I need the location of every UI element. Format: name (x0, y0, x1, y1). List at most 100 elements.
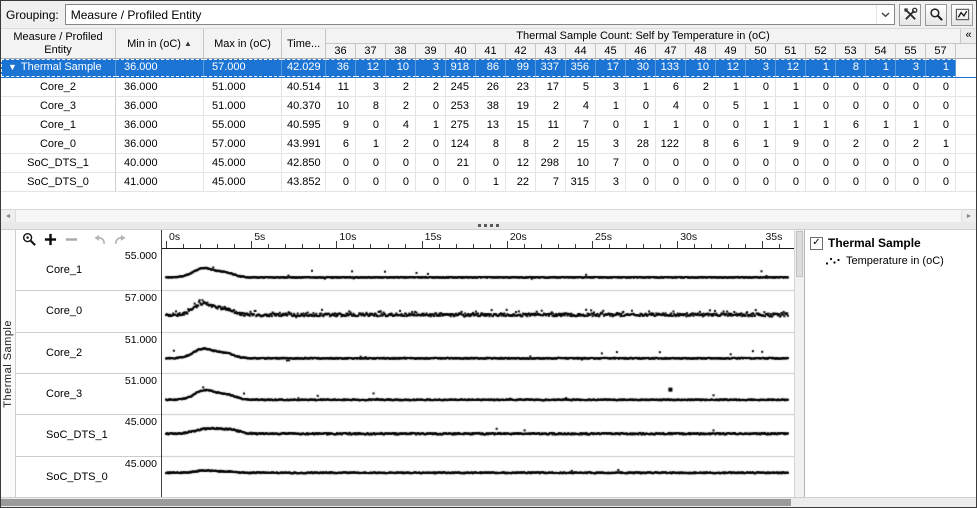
bin-column-header[interactable]: 51 (776, 44, 806, 58)
collapse-columns-button[interactable]: « (960, 29, 976, 43)
bin-column-header[interactable]: 48 (686, 44, 716, 58)
scroll-right-button[interactable]: ► (961, 210, 976, 222)
panel-splitter[interactable] (1, 222, 976, 230)
bin-column-header[interactable]: 57 (926, 44, 956, 58)
entity-cell[interactable]: Core_1 (1, 116, 116, 134)
scrollbar-thumb[interactable] (1, 499, 791, 506)
tools-button[interactable] (899, 4, 921, 26)
bin-column-header[interactable]: 38 (386, 44, 416, 58)
bin-column-header[interactable]: 55 (896, 44, 926, 58)
legend-group-row[interactable]: ✓ Thermal Sample (810, 236, 971, 250)
column-header-entity[interactable]: Measure / Profiled Entity (1, 29, 116, 58)
zoom-previous-button[interactable] (91, 232, 107, 248)
ruler-tick (541, 244, 542, 248)
bin-column-header[interactable]: 43 (536, 44, 566, 58)
table-row[interactable]: SoC_DTS_041.00045.00043.8520000012273153… (1, 173, 976, 192)
bin-column-header[interactable]: 52 (806, 44, 836, 58)
legend-checkbox[interactable]: ✓ (810, 237, 823, 250)
zoom-in-button[interactable] (42, 232, 58, 248)
bin-column-header[interactable]: 54 (866, 44, 896, 58)
count-cell: 3 (416, 59, 446, 77)
count-cell: 0 (746, 154, 776, 172)
chart-row-label[interactable]: Core_0 (46, 305, 82, 317)
chart-row-scale-label: 51.000 (125, 375, 157, 387)
entity-cell[interactable]: Core_0 (1, 135, 116, 153)
zoom-select-button[interactable] (21, 232, 37, 248)
count-cell: 3 (596, 173, 626, 191)
chart-row-label[interactable]: SoC_DTS_1 (46, 429, 108, 441)
bin-column-header[interactable]: 46 (626, 44, 656, 58)
entity-cell[interactable]: ▼Thermal Sample (1, 59, 116, 77)
count-cell: 99 (506, 59, 536, 77)
ruler-tick (762, 241, 763, 248)
count-cell: 0 (896, 154, 926, 172)
profile-window-button[interactable] (951, 4, 973, 26)
table-hscroll-track[interactable] (16, 210, 961, 222)
table-row[interactable]: ▼Thermal Sample36.00057.00042.0293612103… (1, 59, 976, 78)
scatter-plot[interactable] (162, 249, 794, 497)
zoom-out-button[interactable] (63, 232, 79, 248)
scroll-left-button[interactable]: ◄ (1, 210, 16, 222)
column-header-time[interactable]: Time... (282, 29, 326, 58)
chart-vertical-scrollbar[interactable] (794, 230, 804, 497)
bin-column-header[interactable]: 42 (506, 44, 536, 58)
bin-column-header[interactable]: 53 (836, 44, 866, 58)
grouping-combobox[interactable]: Measure / Profiled Entity (65, 4, 895, 25)
table-row[interactable]: Core_036.00057.00043.9916120124882153281… (1, 135, 976, 154)
table-row[interactable]: Core_336.00051.00040.3701082025338192410… (1, 97, 976, 116)
bin-column-header[interactable]: 40 (446, 44, 476, 58)
entity-cell[interactable]: SoC_DTS_1 (1, 154, 116, 172)
ruler-tick (660, 244, 661, 248)
count-cell: 1 (866, 59, 896, 77)
bin-column-header[interactable]: 49 (716, 44, 746, 58)
bin-column-header[interactable]: 47 (656, 44, 686, 58)
vertical-scrollbar-thumb[interactable] (796, 231, 803, 277)
bin-column-header[interactable]: 37 (356, 44, 386, 58)
entity-cell[interactable]: Core_3 (1, 97, 116, 115)
time-ruler: 0s5s10s15s20s25s30s35s (162, 230, 794, 249)
check-icon: ✓ (812, 238, 820, 248)
ruler-tick (217, 244, 218, 248)
ruler-tick (439, 244, 440, 248)
legend-series-row[interactable]: Temperature in (oC) (825, 255, 971, 267)
bin-column-header[interactable]: 45 (596, 44, 626, 58)
table-row[interactable]: Core_136.00055.00040.5959041275131511701… (1, 116, 976, 135)
bin-column-header[interactable]: 50 (746, 44, 776, 58)
count-cell: 1 (776, 97, 806, 115)
splitter-handle[interactable] (478, 224, 499, 227)
chart-row-label[interactable]: Core_1 (46, 264, 82, 276)
expander-icon[interactable]: ▼ (8, 62, 17, 72)
table-horizontal-scrollbar[interactable]: ◄ ► (1, 209, 976, 222)
count-cell: 1 (626, 116, 656, 134)
chart-row-label[interactable]: Core_3 (46, 388, 82, 400)
chevron-down-icon (881, 12, 890, 18)
count-cell: 0 (806, 97, 836, 115)
zoom-next-button[interactable] (112, 232, 128, 248)
ruler-tick (490, 244, 491, 248)
bin-column-header[interactable]: 39 (416, 44, 446, 58)
chart-horizontal-scrollbar[interactable] (1, 497, 976, 507)
table-row[interactable]: Core_236.00051.00040.5141132224526231753… (1, 78, 976, 97)
count-cell: 0 (896, 173, 926, 191)
bin-column-header[interactable]: 36 (326, 44, 356, 58)
count-cell: 12 (356, 59, 386, 77)
chart-row-label[interactable]: Core_2 (46, 347, 82, 359)
bin-column-header[interactable]: 44 (566, 44, 596, 58)
column-header-max[interactable]: Max in (oC) (204, 29, 282, 58)
entity-cell[interactable]: Core_2 (1, 78, 116, 96)
column-header-min[interactable]: Min in (oC) ▲ (116, 29, 204, 58)
count-cell: 0 (806, 154, 836, 172)
bin-column-header[interactable]: 41 (476, 44, 506, 58)
row-filler (956, 78, 976, 96)
ruler-tick (353, 244, 354, 248)
count-cell: 0 (356, 154, 386, 172)
combo-dropdown-button[interactable] (876, 5, 894, 24)
search-button[interactable] (925, 4, 947, 26)
chart-group-axis: Thermal Sample (1, 230, 16, 497)
table-row[interactable]: SoC_DTS_140.00045.00042.8500000210122981… (1, 154, 976, 173)
row-filler (956, 97, 976, 115)
entity-cell[interactable]: SoC_DTS_0 (1, 173, 116, 191)
count-cell: 0 (416, 154, 446, 172)
chart-row-label[interactable]: SoC_DTS_0 (46, 471, 108, 483)
max-cell: 51.000 (204, 78, 282, 96)
